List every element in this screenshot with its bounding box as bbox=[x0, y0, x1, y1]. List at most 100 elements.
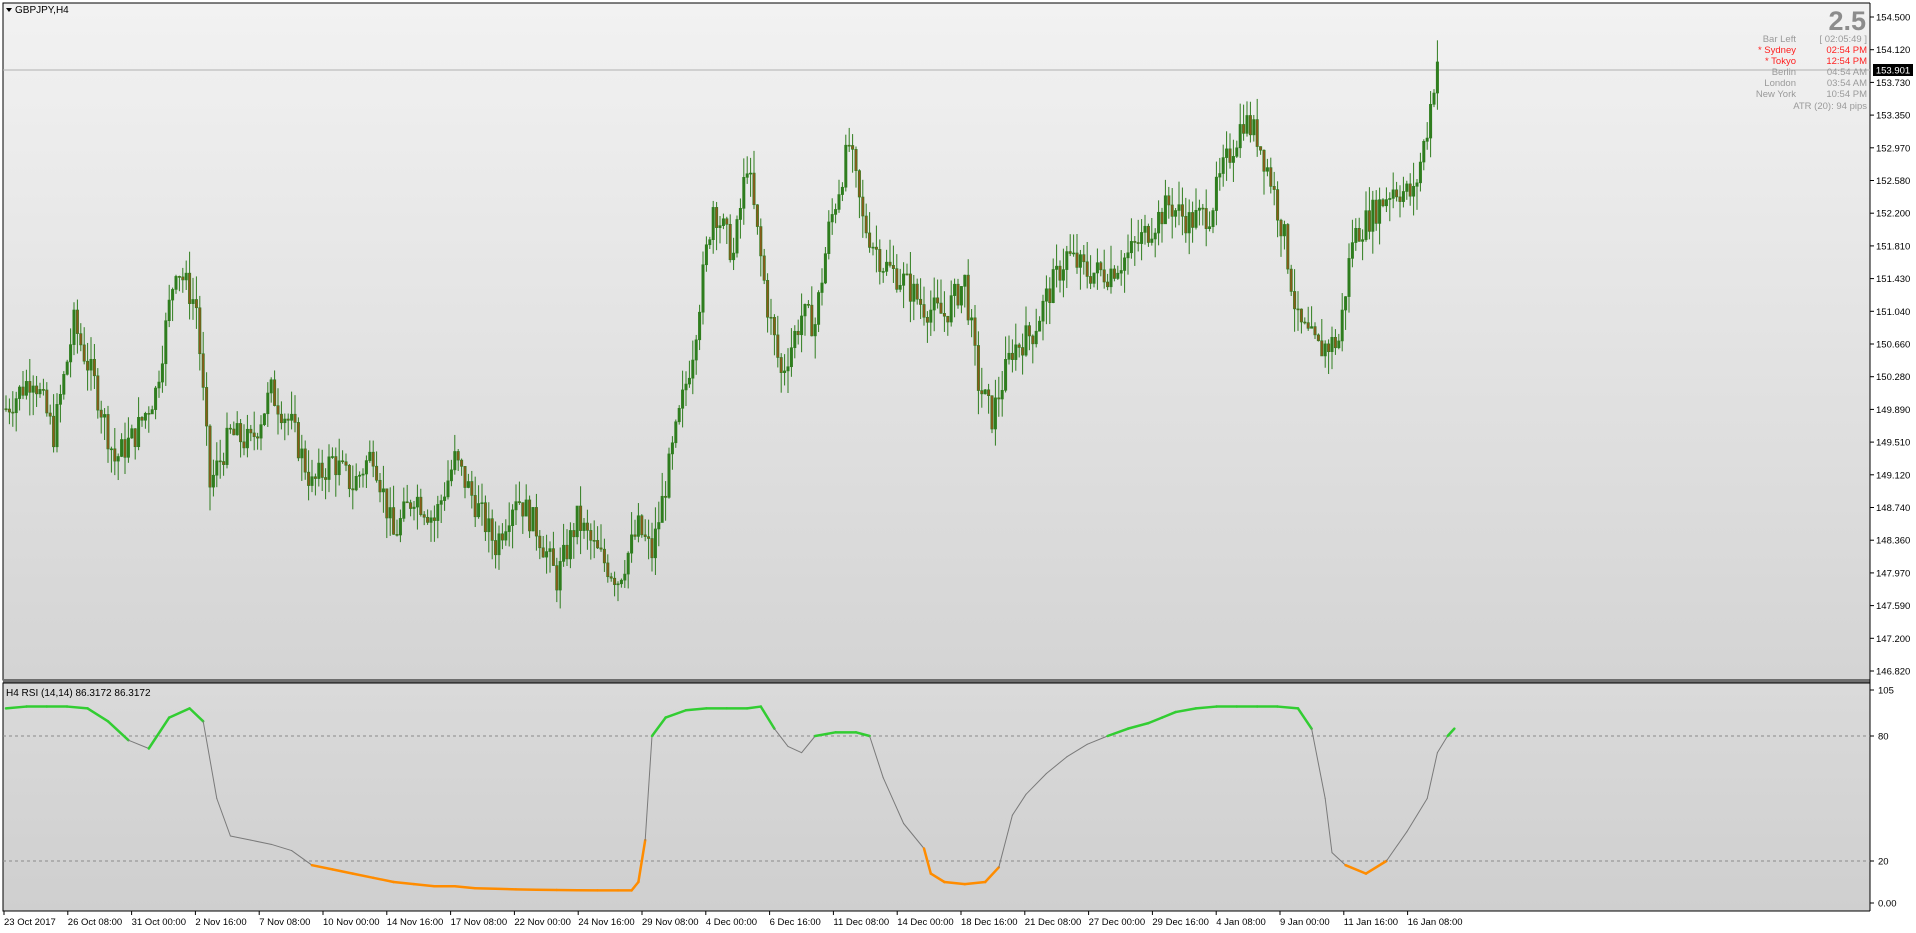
candle-body bbox=[286, 418, 290, 421]
candle-body bbox=[912, 283, 916, 302]
candle-body bbox=[1327, 343, 1331, 353]
candle-body bbox=[300, 448, 304, 459]
candle-body bbox=[562, 544, 566, 562]
time-tick-label: 10 Nov 00:00 bbox=[323, 917, 380, 928]
candle-body bbox=[1095, 262, 1099, 274]
candle-body bbox=[1187, 212, 1191, 234]
candle-body bbox=[419, 496, 423, 515]
candle-body bbox=[810, 304, 814, 337]
candle-body bbox=[242, 441, 246, 449]
candle-body bbox=[545, 551, 549, 558]
time-tick-label: 29 Dec 16:00 bbox=[1152, 917, 1209, 928]
candle-body bbox=[973, 317, 977, 346]
candle-body bbox=[1255, 119, 1259, 147]
candle-body bbox=[392, 507, 396, 535]
candle-body bbox=[123, 439, 127, 458]
candle-body bbox=[381, 488, 385, 493]
candle-body bbox=[1218, 173, 1222, 178]
candle-body bbox=[871, 246, 875, 249]
candle-body bbox=[1061, 269, 1065, 281]
candle-body bbox=[198, 307, 202, 355]
candle-body bbox=[997, 397, 1001, 400]
candle-body bbox=[1136, 242, 1140, 244]
candle-body bbox=[932, 297, 936, 311]
candle-body bbox=[1405, 183, 1409, 192]
candle-body bbox=[1221, 157, 1225, 174]
candle-body bbox=[1374, 199, 1378, 224]
candle-body bbox=[589, 530, 593, 541]
candle-body bbox=[1123, 257, 1127, 271]
price-pane[interactable] bbox=[2, 2, 1871, 681]
time-tick-label: 4 Jan 08:00 bbox=[1216, 917, 1266, 928]
candle-body bbox=[140, 417, 144, 421]
candle-body bbox=[541, 547, 545, 558]
time-tick-label: 29 Nov 08:00 bbox=[642, 917, 699, 928]
candle-body bbox=[993, 397, 997, 430]
candle-body bbox=[514, 501, 518, 511]
candle-body bbox=[402, 501, 406, 519]
candle-body bbox=[1384, 199, 1388, 207]
candle-body bbox=[266, 392, 270, 415]
candle-body bbox=[949, 295, 953, 323]
candle-body bbox=[606, 562, 610, 578]
candle-body bbox=[443, 496, 447, 501]
candle-body bbox=[1367, 210, 1371, 232]
candle-body bbox=[361, 473, 365, 476]
candle-body bbox=[1337, 340, 1341, 349]
candle-body bbox=[1065, 251, 1069, 270]
candle-body bbox=[371, 451, 375, 467]
candle-body bbox=[1014, 344, 1018, 360]
candle-body bbox=[602, 548, 606, 564]
candle-body bbox=[1085, 261, 1089, 277]
candle-body bbox=[1048, 288, 1052, 303]
candle-body bbox=[249, 428, 253, 434]
candle-body bbox=[1293, 291, 1297, 310]
candle-body bbox=[109, 448, 113, 451]
candle-body bbox=[41, 389, 45, 391]
candle-body bbox=[596, 540, 600, 549]
candle-body bbox=[725, 218, 729, 225]
candle-body bbox=[902, 273, 906, 286]
session-name: New York bbox=[1756, 89, 1796, 100]
time-tick-label: 18 Dec 16:00 bbox=[961, 917, 1018, 928]
candle-body bbox=[1201, 207, 1205, 210]
candle-body bbox=[1435, 61, 1439, 94]
candle-body bbox=[915, 283, 919, 300]
candle-body bbox=[609, 576, 613, 579]
candle-body bbox=[599, 547, 603, 550]
candle-body bbox=[548, 548, 552, 552]
candle-body bbox=[21, 386, 25, 396]
candle-body bbox=[52, 415, 56, 448]
pane-separator[interactable] bbox=[3, 679, 1870, 683]
atr-text: ATR (20): 94 pips bbox=[1793, 101, 1867, 112]
candle-body bbox=[14, 398, 18, 414]
chart-canvas[interactable]: 154.500 154.120 153.730 153.350 152.970 152.5… bbox=[0, 0, 1916, 933]
candle-body bbox=[664, 495, 668, 498]
candle-body bbox=[619, 579, 623, 585]
price-tick-label: 147.970 bbox=[1876, 568, 1910, 579]
candle-body bbox=[851, 145, 855, 150]
candle-body bbox=[126, 437, 130, 458]
candle-body bbox=[966, 274, 970, 321]
candle-body bbox=[470, 481, 474, 496]
candle-body bbox=[752, 172, 756, 206]
candle-body bbox=[1289, 268, 1293, 292]
candle-body bbox=[1330, 336, 1334, 353]
time-tick-label: 31 Oct 00:00 bbox=[132, 917, 186, 928]
candle-body bbox=[1388, 198, 1392, 200]
candle-body bbox=[1102, 269, 1106, 283]
candle-body bbox=[1425, 137, 1429, 142]
candle-body bbox=[480, 502, 484, 504]
candle-body bbox=[375, 465, 379, 481]
candle-body bbox=[436, 504, 440, 521]
candle-body bbox=[796, 330, 800, 336]
candle-body bbox=[446, 480, 450, 498]
candle-body bbox=[1034, 330, 1038, 345]
candle-body bbox=[1163, 195, 1167, 225]
candle-body bbox=[228, 427, 232, 430]
candle-body bbox=[324, 477, 328, 480]
candle-body bbox=[908, 273, 912, 302]
candle-body bbox=[273, 379, 277, 406]
price-tick-label: 151.430 bbox=[1876, 274, 1910, 285]
candle-body bbox=[585, 522, 589, 531]
